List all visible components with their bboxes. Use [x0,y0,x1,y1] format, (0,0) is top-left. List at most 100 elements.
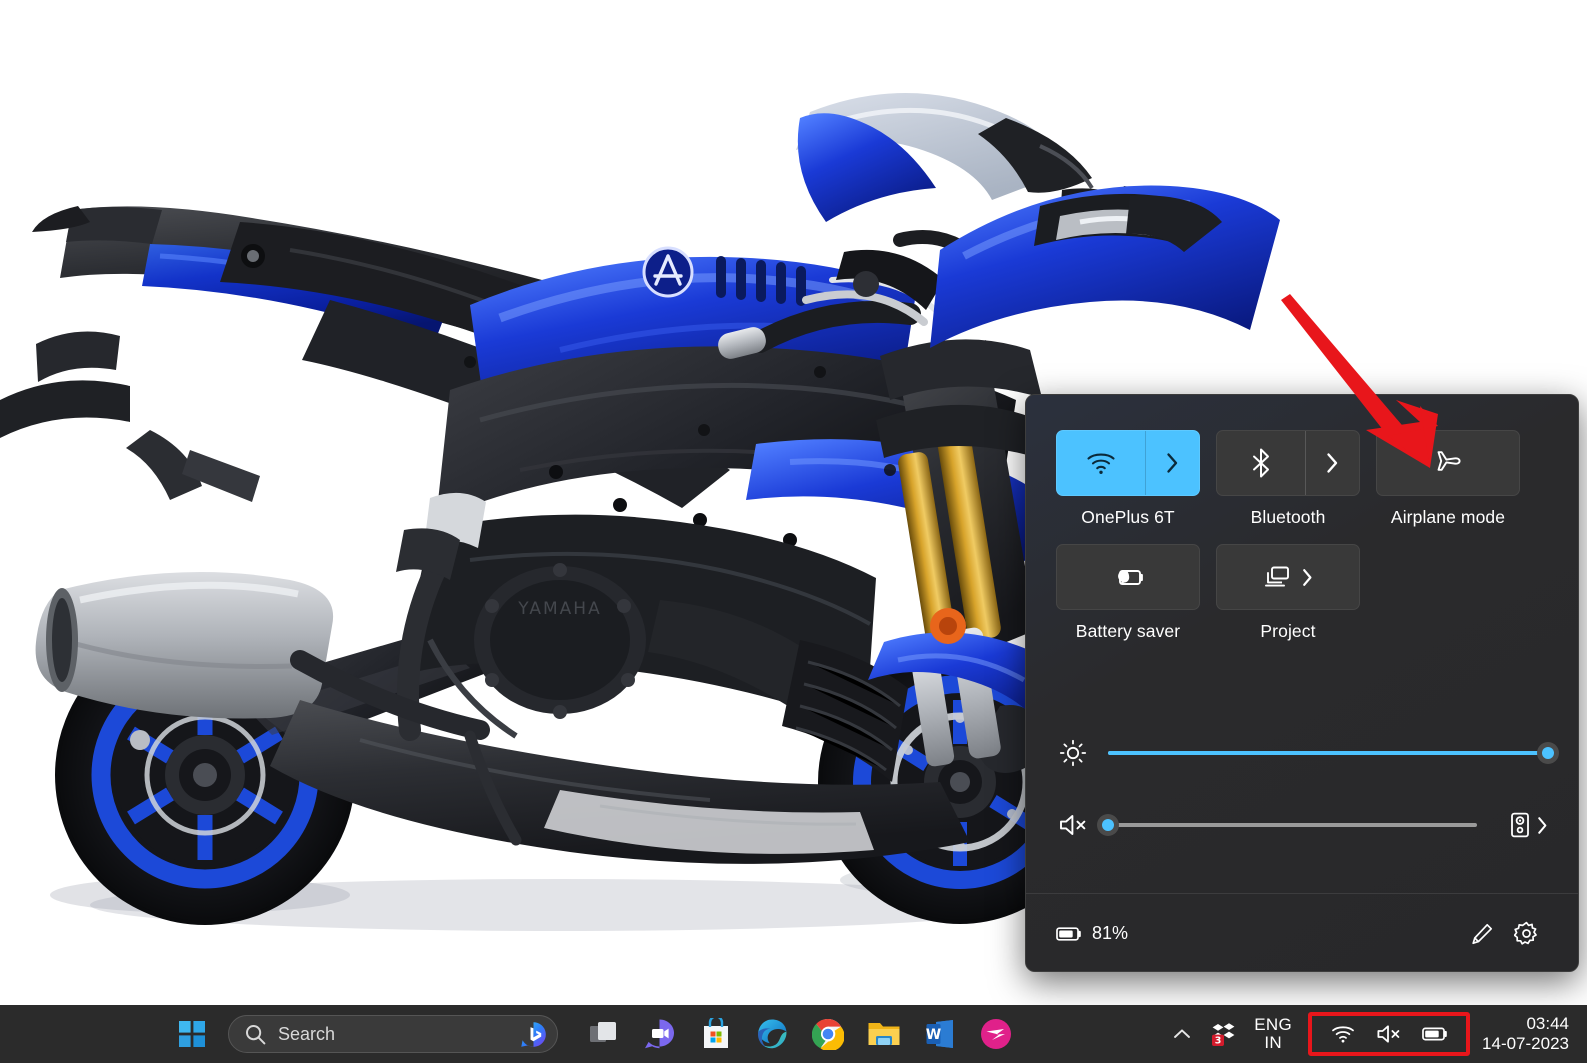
airplane-mode-toggle-button[interactable] [1376,430,1520,496]
bing-chat-glyph [521,1021,546,1047]
windows-logo-icon [179,1021,205,1047]
chrome-icon [812,1018,844,1050]
taskbar-app-chat[interactable] [632,1008,688,1060]
bluetooth-toggle-main[interactable] [1217,431,1305,495]
volume-rail [1108,823,1477,827]
quick-settings-inner: OnePlus 6T Bluetooth Airplane mode Batte… [1026,395,1578,971]
brightness-slider[interactable] [1108,742,1559,764]
bluetooth-icon [1253,448,1269,478]
edit-quick-settings-button[interactable] [1460,912,1504,956]
system-tray: 3 ENG IN 03:44 14-07-2023 [1162,1005,1587,1063]
volume-slider-row [1056,789,1548,861]
taskbar-app-word[interactable]: W [912,1008,968,1060]
svg-text:YAMAHA: YAMAHA [517,599,601,619]
chat-video-icon [645,1019,675,1049]
brightness-icon-wrap [1056,739,1090,767]
wifi-toggle-main[interactable] [1057,431,1145,495]
battery-percent-label: 81% [1092,923,1129,943]
chevron-right-icon [1167,453,1178,473]
language-indicator[interactable]: ENG IN [1244,1014,1302,1053]
audio-output-icon [1511,812,1529,838]
start-button[interactable] [168,1012,216,1056]
task-view-icon [590,1022,616,1042]
pencil-icon [1472,923,1493,944]
airplane-mode-tile-label: Airplane mode [1390,507,1506,527]
volume-slider[interactable] [1097,814,1477,836]
project-button[interactable] [1216,544,1360,610]
battery-saver-main[interactable] [1057,545,1199,609]
tray-volume-button[interactable] [1368,1014,1410,1054]
svg-text:W: W [926,1027,941,1043]
tray-notification-app-button[interactable]: 3 [1202,1014,1244,1054]
wifi-tile-label: OnePlus 6T [1081,507,1175,527]
search-placeholder: Search [278,1023,336,1044]
word-icon: W [926,1020,953,1048]
taskbar-app-file-explorer[interactable] [856,1008,912,1060]
tray-wifi-button[interactable] [1322,1014,1364,1054]
battery-saver-toggle-button[interactable] [1056,544,1200,610]
taskbar-center: Search W [168,1008,1162,1060]
brightness-slider-row [1056,717,1559,789]
edge-icon [758,1019,787,1049]
battery-saver-tile-label: Battery saver [1075,621,1181,641]
search-icon [246,1024,266,1044]
language-line-1: ENG [1254,1014,1293,1034]
quick-settings-panel[interactable]: OnePlus 6T Bluetooth Airplane mode Batte… [1025,394,1579,972]
tile-battery-saver: Battery saver [1056,544,1200,642]
taskbar-app-edge[interactable] [744,1008,800,1060]
volume-muted-icon [1060,815,1086,835]
battery-icon [1422,1027,1447,1041]
open-settings-button[interactable] [1504,912,1548,956]
tray-battery-button[interactable] [1414,1014,1456,1054]
brightness-fill [1108,751,1548,755]
tray-overflow-button[interactable] [1162,1014,1202,1054]
taskbar-app-pink[interactable] [968,1008,1024,1060]
volume-icon-wrap[interactable] [1056,812,1090,838]
project-main[interactable] [1217,545,1359,609]
quick-settings-footer: 81% [1026,894,1578,971]
tile-bluetooth: Bluetooth [1216,430,1360,528]
wifi-toggle-button[interactable] [1056,430,1200,496]
bing-chat-icon[interactable] [520,1021,547,1048]
taskbar-app-store[interactable] [688,1008,744,1060]
taskbar: Search W 3 ENG IN 03:44 14-07-2023 [0,1005,1587,1063]
chevron-right-icon [1327,453,1338,473]
taskbar-app-task-view[interactable] [576,1008,632,1060]
bluetooth-tile-label: Bluetooth [1250,507,1326,527]
project-tile-label: Project [1260,621,1316,641]
taskbar-app-chrome[interactable] [800,1008,856,1060]
bluetooth-toggle-button[interactable] [1216,430,1360,496]
brightness-thumb[interactable] [1537,742,1559,764]
battery-status[interactable]: 81% [1056,923,1128,944]
search-box[interactable]: Search [228,1015,558,1053]
taskbar-clock[interactable]: 03:44 14-07-2023 [1476,1014,1579,1054]
language-line-2: IN [1264,1033,1282,1052]
wifi-icon [1087,453,1115,474]
bluetooth-expand-button[interactable] [1305,431,1359,495]
microsoft-store-icon [704,1018,728,1048]
notification-badge-count: 3 [1215,1036,1222,1047]
clock-date: 14-07-2023 [1482,1034,1569,1053]
chevron-right-icon [1303,568,1312,586]
tile-row-2: Battery saver Project [1056,544,1548,642]
airplane-mode-main[interactable] [1377,431,1519,495]
chevron-right-icon [1538,816,1547,834]
battery-saver-icon [1118,570,1143,585]
clock-time: 03:44 [1526,1013,1569,1033]
wifi-icon [1332,1026,1354,1043]
file-explorer-icon [868,1023,900,1045]
quick-settings-sliders [1026,717,1578,861]
gear-icon [1513,921,1537,945]
audio-output-selector[interactable] [1495,811,1548,839]
volume-muted-icon [1377,1025,1400,1043]
chevron-up-icon [1174,1029,1191,1038]
project-icon [1265,566,1289,587]
battery-icon [1056,926,1081,941]
tile-empty-slot [1376,544,1520,642]
tile-wifi: OnePlus 6T [1056,430,1200,528]
wifi-expand-button[interactable] [1145,431,1199,495]
tile-airplane-mode: Airplane mode [1376,430,1520,528]
volume-thumb[interactable] [1097,814,1119,836]
tray-quick-settings-group[interactable] [1308,1012,1471,1056]
quick-settings-tiles: OnePlus 6T Bluetooth Airplane mode Batte… [1026,395,1578,658]
